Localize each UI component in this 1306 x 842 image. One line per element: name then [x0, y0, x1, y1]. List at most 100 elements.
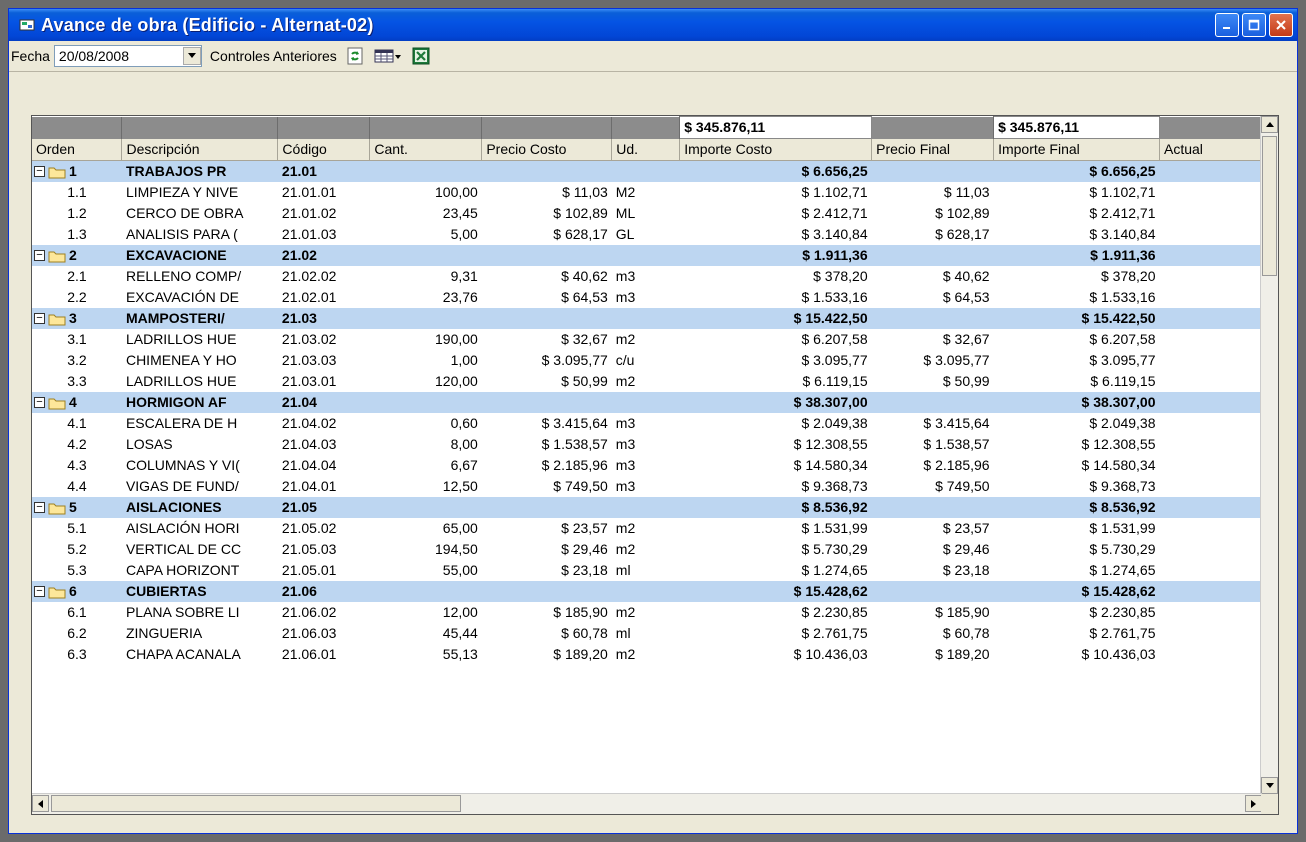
cell-actual[interactable] [1159, 413, 1262, 434]
table-row[interactable]: 2.1 RELLENO COMP/21.02.02 9,31 $ 40,62 m3 $ 3… [32, 266, 1262, 287]
cell-ud[interactable] [611, 245, 680, 266]
cell-descripcion[interactable]: CERCO DE OBRA [121, 203, 278, 224]
group-row[interactable]: −4 HORMIGON AF 21.04 $ 38.307,00 $ 38.307,00 [32, 392, 1262, 413]
col-header-importe-final[interactable]: Importe Final [993, 138, 1160, 161]
group-row[interactable]: −1 TRABAJOS PR 21.01 $ 6.656,25 $ 6.656,25 [32, 160, 1262, 182]
cell-importe-costo[interactable]: $ 5.730,29 [679, 539, 872, 560]
cell-importe-costo[interactable]: $ 38.307,00 [679, 392, 872, 413]
cell-actual[interactable] [1159, 518, 1262, 539]
vertical-scrollbar[interactable] [1260, 116, 1278, 794]
cell-precio-final[interactable]: $ 32,67 [871, 329, 994, 350]
cell-descripcion[interactable]: CHAPA ACANALA [121, 644, 278, 665]
cell-orden[interactable]: 5.2 [32, 539, 122, 560]
cell-precio-final[interactable]: $ 29,46 [871, 539, 994, 560]
refresh-icon[interactable] [345, 46, 365, 66]
table-row[interactable]: 3.3 LADRILLOS HUE 21.03.01 120,00 $ 50,99 m2 $… [32, 371, 1262, 392]
cell-actual[interactable] [1159, 182, 1262, 203]
cell-importe-final[interactable]: $ 1.102,71 [993, 182, 1160, 203]
cell-codigo[interactable]: 21.01.03 [277, 224, 370, 245]
cell-descripcion[interactable]: HORMIGON AF [121, 392, 278, 413]
cell-ud[interactable]: m2 [611, 518, 680, 539]
cell-cant[interactable]: 120,00 [369, 371, 482, 392]
group-toggle[interactable]: −4 [34, 392, 118, 413]
group-row[interactable]: −2 EXCAVACIONE 21.02 $ 1.911,36 $ 1.911,36 [32, 245, 1262, 266]
group-toggle[interactable]: −6 [34, 581, 118, 602]
cell-ud[interactable]: GL [611, 224, 680, 245]
cell-ud[interactable]: c/u [611, 350, 680, 371]
cell-ud[interactable]: m3 [611, 266, 680, 287]
cell-descripcion[interactable]: EXCAVACIONE [121, 245, 278, 266]
cell-importe-final[interactable]: $ 1.533,16 [993, 287, 1160, 308]
cell-orden[interactable]: −1 [32, 160, 122, 182]
cell-codigo[interactable]: 21.03.01 [277, 371, 370, 392]
cell-codigo[interactable]: 21.02.02 [277, 266, 370, 287]
cell-precio-costo[interactable]: $ 32,67 [481, 329, 612, 350]
cell-actual[interactable] [1159, 560, 1262, 581]
cell-cant[interactable]: 190,00 [369, 329, 482, 350]
cell-ud[interactable]: ml [611, 623, 680, 644]
cell-descripcion[interactable]: AISLACIONES [121, 497, 278, 518]
cell-actual[interactable] [1159, 392, 1262, 413]
cell-importe-costo[interactable]: $ 2.049,38 [679, 413, 872, 434]
fecha-date-value[interactable]: 20/08/2008 [55, 48, 183, 64]
cell-codigo[interactable]: 21.05.02 [277, 518, 370, 539]
cell-orden[interactable]: 3.3 [32, 371, 122, 392]
cell-descripcion[interactable]: VIGAS DE FUND/ [121, 476, 278, 497]
cell-ud[interactable]: m3 [611, 413, 680, 434]
cell-codigo[interactable]: 21.06 [277, 581, 370, 602]
cell-ud[interactable] [611, 308, 680, 329]
cell-importe-final[interactable]: $ 6.656,25 [993, 160, 1160, 182]
cell-cant[interactable]: 12,50 [369, 476, 482, 497]
cell-orden[interactable]: 4.1 [32, 413, 122, 434]
cell-actual[interactable] [1159, 245, 1262, 266]
cell-importe-final[interactable]: $ 1.274,65 [993, 560, 1160, 581]
cell-cant[interactable]: 100,00 [369, 182, 482, 203]
cell-codigo[interactable]: 21.04.01 [277, 476, 370, 497]
cell-importe-costo[interactable]: $ 3.095,77 [679, 350, 872, 371]
group-toggle[interactable]: −2 [34, 245, 118, 266]
cell-precio-costo[interactable] [481, 245, 612, 266]
cell-precio-final[interactable] [871, 497, 994, 518]
collapse-icon[interactable]: − [34, 502, 45, 513]
cell-cant[interactable] [369, 497, 482, 518]
cell-orden[interactable]: 2.2 [32, 287, 122, 308]
cell-ud[interactable]: ML [611, 203, 680, 224]
cell-importe-final[interactable]: $ 9.368,73 [993, 476, 1160, 497]
cell-codigo[interactable]: 21.04.04 [277, 455, 370, 476]
cell-ud[interactable]: m3 [611, 434, 680, 455]
cell-importe-costo[interactable]: $ 1.102,71 [679, 182, 872, 203]
minimize-button[interactable] [1215, 13, 1239, 37]
collapse-icon[interactable]: − [34, 166, 45, 177]
cell-precio-costo[interactable]: $ 189,20 [481, 644, 612, 665]
cell-descripcion[interactable]: MAMPOSTERI/ [121, 308, 278, 329]
cell-importe-final[interactable]: $ 2.412,71 [993, 203, 1160, 224]
cell-cant[interactable] [369, 308, 482, 329]
cell-precio-costo[interactable]: $ 2.185,96 [481, 455, 612, 476]
cell-importe-final[interactable]: $ 10.436,03 [993, 644, 1160, 665]
cell-actual[interactable] [1159, 308, 1262, 329]
cell-importe-costo[interactable]: $ 12.308,55 [679, 434, 872, 455]
cell-orden[interactable]: −6 [32, 581, 122, 602]
table-row[interactable]: 4.3 COLUMNAS Y VI(21.04.04 6,67 $ 2.185,96 m… [32, 455, 1262, 476]
cell-codigo[interactable]: 21.05 [277, 497, 370, 518]
cell-importe-final[interactable]: $ 6.119,15 [993, 371, 1160, 392]
cell-orden[interactable]: 5.3 [32, 560, 122, 581]
cell-actual[interactable] [1159, 476, 1262, 497]
collapse-icon[interactable]: − [34, 397, 45, 408]
cell-importe-costo[interactable]: $ 6.656,25 [679, 160, 872, 182]
cell-descripcion[interactable]: RELLENO COMP/ [121, 266, 278, 287]
cell-codigo[interactable]: 21.04 [277, 392, 370, 413]
scroll-down-icon[interactable] [1261, 777, 1278, 794]
cell-descripcion[interactable]: LOSAS [121, 434, 278, 455]
cell-cant[interactable]: 55,13 [369, 644, 482, 665]
cell-orden[interactable]: 3.1 [32, 329, 122, 350]
scroll-left-icon[interactable] [32, 795, 49, 812]
chevron-down-icon[interactable] [182, 47, 201, 65]
cell-codigo[interactable]: 21.02 [277, 245, 370, 266]
cell-importe-costo[interactable]: $ 15.422,50 [679, 308, 872, 329]
cell-descripcion[interactable]: LADRILLOS HUE [121, 329, 278, 350]
cell-precio-costo[interactable]: $ 185,90 [481, 602, 612, 623]
horizontal-scrollbar[interactable] [32, 793, 1262, 814]
group-toggle[interactable]: −3 [34, 308, 118, 329]
cell-descripcion[interactable]: LADRILLOS HUE [121, 371, 278, 392]
